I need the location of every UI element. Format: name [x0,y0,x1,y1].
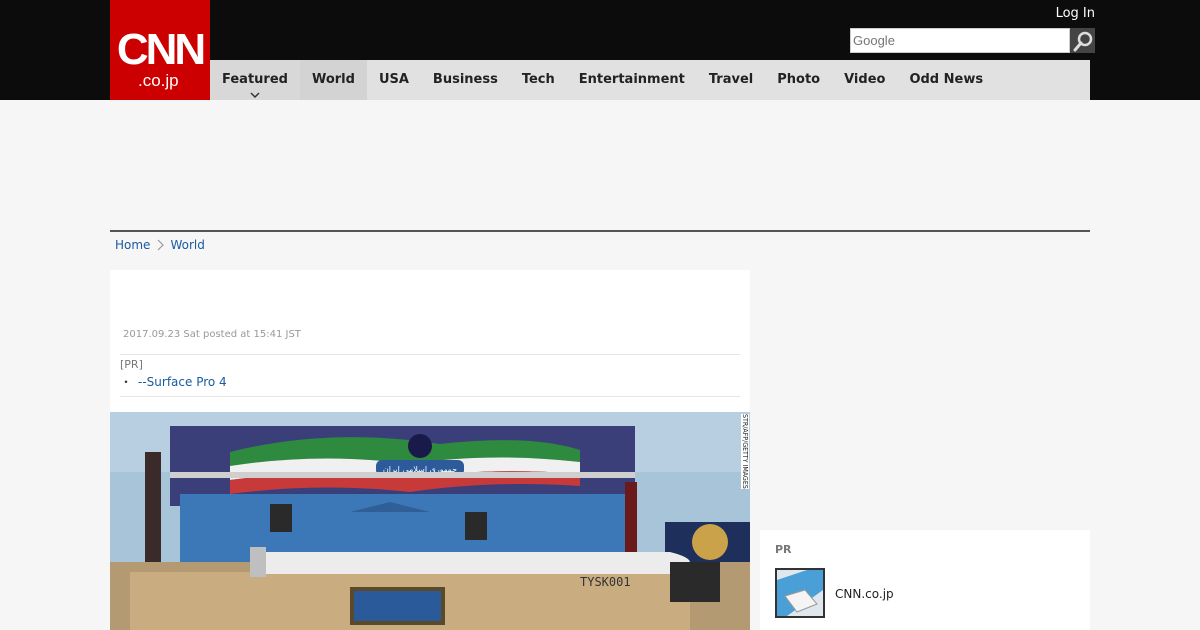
nav-item-label: World [311,72,355,87]
breadcrumb-world[interactable]: World [170,238,204,252]
nav-item-world[interactable]: World [299,60,367,100]
sidebar-pr-label: PR [775,543,792,556]
nav-item-video[interactable]: Video [832,60,897,100]
nav-item-tech[interactable]: Tech [510,60,567,100]
nav-item-photo[interactable]: Photo [765,60,832,100]
nav-item-label: Featured [222,72,288,87]
posted-timestamp: 2017.09.23 Sat posted at 15:41 JST [123,329,301,340]
sidebar-pr-card: PR CNN.co.jp [760,530,1090,630]
breadcrumb-home[interactable]: Home [115,238,150,252]
missile-marking: TYSK001 [580,575,631,589]
search-button[interactable] [1070,28,1095,53]
search-input[interactable] [850,28,1070,53]
article-photo: جمهوری اسلامی ایران TYSK001 STR/AFP/GETT… [110,412,750,630]
main-nav: Featured World USA Business Tech Enterta… [210,60,1090,100]
cnn-logo[interactable]: CNN .co.jp [110,0,210,100]
login-link[interactable]: Log In [1056,6,1095,21]
thumbnail-icon [777,570,823,616]
photo-credit: STR/AFP/GETTY IMAGES [741,414,749,489]
nav-item-label: Business [432,72,498,87]
chevron-right-icon [158,239,165,251]
nav-item-label: Travel [708,72,754,87]
parade-photo-illustration: جمهوری اسلامی ایران TYSK001 [110,412,750,630]
search-icon [1073,31,1092,51]
nav-item-label: Tech [521,72,555,87]
logo-main-text: CNN [116,25,206,74]
breadcrumb: Home World [115,238,205,252]
pr-link-text: --Surface Pro 4 [138,375,227,389]
pr-thumbnail-image[interactable] [775,568,825,618]
nav-item-featured[interactable]: Featured [210,60,300,100]
nav-item-label: Odd News [909,72,984,87]
section-divider [110,230,1090,232]
nav-item-odd-news[interactable]: Odd News [897,60,995,100]
nav-item-label: Entertainment [578,72,685,87]
chevron-down-icon [250,92,260,98]
bullet-icon: ・ [120,375,133,389]
nav-item-label: Video [844,72,886,87]
pr-item-name[interactable]: CNN.co.jp [835,587,894,601]
article-card: 2017.09.23 Sat posted at 15:41 JST [PR] … [110,270,750,630]
nav-item-business[interactable]: Business [421,60,510,100]
nav-item-entertainment[interactable]: Entertainment [567,60,697,100]
pr-block: [PR] ・ --Surface Pro 4 [120,354,740,397]
pr-label: [PR] [120,358,143,371]
logo-sub-text: .co.jp [138,71,179,90]
nav-item-usa[interactable]: USA [367,60,421,100]
pr-link[interactable]: ・ --Surface Pro 4 [120,373,740,390]
nav-item-label: Photo [777,72,821,87]
nav-item-label: USA [378,72,409,87]
nav-item-travel[interactable]: Travel [697,60,765,100]
